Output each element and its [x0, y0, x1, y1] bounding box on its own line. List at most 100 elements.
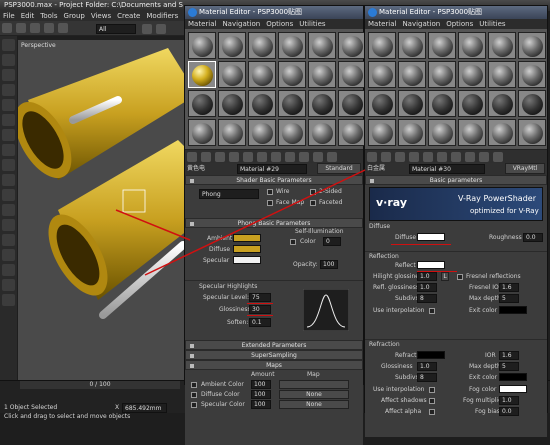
sample-slot[interactable]: [398, 90, 426, 117]
sample-slot[interactable]: [338, 32, 366, 59]
refl-max-depth-spinner[interactable]: 5: [499, 294, 519, 303]
spinner-snap-icon[interactable]: [2, 249, 15, 261]
phong-basic-rollout[interactable]: Phong Basic Parameters: [185, 218, 363, 228]
sample-slot[interactable]: [368, 61, 396, 88]
specular-swatch[interactable]: [233, 256, 261, 264]
effects-channel-icon[interactable]: [465, 152, 475, 162]
material-icon[interactable]: [2, 159, 15, 171]
sample-slot[interactable]: [458, 119, 486, 146]
selection-filter-dropdown[interactable]: All: [96, 24, 136, 34]
sample-slot[interactable]: [428, 32, 456, 59]
put-material-icon[interactable]: [201, 152, 211, 162]
sample-slot[interactable]: [308, 32, 336, 59]
curve-icon[interactable]: [2, 129, 15, 141]
refr-exit-color-swatch[interactable]: [499, 373, 527, 381]
show-map-icon[interactable]: [299, 152, 309, 162]
fresnel-ior-spinner[interactable]: 1.6: [499, 283, 519, 292]
sample-slot[interactable]: [308, 61, 336, 88]
refl-use-interp-checkbox[interactable]: [429, 308, 435, 314]
menu-material[interactable]: Material: [368, 20, 396, 28]
menu-navigation[interactable]: Navigation: [402, 20, 440, 28]
bind-icon[interactable]: [58, 23, 68, 33]
sample-slot[interactable]: [218, 119, 246, 146]
sample-slot[interactable]: [338, 61, 366, 88]
sample-slot[interactable]: [368, 119, 396, 146]
move-icon[interactable]: [2, 39, 15, 51]
link-icon[interactable]: [30, 23, 40, 33]
sample-slot[interactable]: [458, 32, 486, 59]
shader-basic-rollout[interactable]: Shader Basic Parameters: [185, 175, 363, 185]
render-setup-icon[interactable]: [2, 174, 15, 186]
library-icon[interactable]: [271, 152, 281, 162]
sample-slot[interactable]: [278, 61, 306, 88]
fog-color-swatch[interactable]: [499, 385, 527, 393]
sample-slot[interactable]: [518, 90, 546, 117]
hilight-gloss-spinner[interactable]: 1.0: [417, 272, 437, 281]
menu-modifiers[interactable]: Modifiers: [146, 12, 178, 20]
menu-utilities[interactable]: Utilities: [479, 20, 505, 28]
ambient-map-amount[interactable]: 100: [251, 380, 271, 389]
sample-slot-active[interactable]: [188, 61, 216, 88]
end-result-icon[interactable]: [493, 152, 503, 162]
diffuse-map-button[interactable]: None: [279, 390, 349, 399]
ambient-map-button[interactable]: [279, 380, 349, 389]
sample-slot[interactable]: [518, 119, 546, 146]
sample-slot[interactable]: [368, 32, 396, 59]
ior-spinner[interactable]: 1.6: [499, 351, 519, 360]
maps-rollout[interactable]: Maps: [185, 360, 363, 370]
two-sided-checkbox[interactable]: [310, 189, 316, 195]
sample-slot[interactable]: [368, 90, 396, 117]
mirror2-icon[interactable]: [2, 279, 15, 291]
sample-slot[interactable]: [338, 90, 366, 117]
library-icon[interactable]: [451, 152, 461, 162]
select-name-icon[interactable]: [156, 24, 166, 34]
sample-slot[interactable]: [488, 32, 516, 59]
fog-bias-spinner[interactable]: 0.0: [499, 407, 519, 416]
redo-icon[interactable]: [16, 23, 26, 33]
unique-icon[interactable]: [437, 152, 447, 162]
sample-slot[interactable]: [398, 119, 426, 146]
specular-map-amount[interactable]: 100: [251, 400, 271, 409]
material-type-button[interactable]: VRayMtl: [505, 163, 545, 174]
menu-file[interactable]: File: [3, 12, 15, 20]
layer-icon[interactable]: [2, 114, 15, 126]
specular-map-checkbox[interactable]: [191, 402, 197, 408]
spec-level-spinner[interactable]: 75: [249, 293, 271, 302]
refract-swatch[interactable]: [417, 351, 445, 359]
put-material-icon[interactable]: [381, 152, 391, 162]
refr-gloss-spinner[interactable]: 1.0: [417, 362, 437, 371]
hilight-lock-button[interactable]: L: [441, 272, 449, 281]
refr-use-interp-checkbox[interactable]: [429, 387, 435, 393]
supersampling-rollout[interactable]: SuperSampling: [185, 350, 363, 360]
select-icon[interactable]: [142, 24, 152, 34]
fog-multiplier-spinner[interactable]: 1.0: [499, 396, 519, 405]
sample-slot[interactable]: [218, 32, 246, 59]
show-map-icon[interactable]: [479, 152, 489, 162]
sample-slot[interactable]: [488, 90, 516, 117]
glossiness-spinner[interactable]: 30: [249, 305, 271, 314]
fresnel-checkbox[interactable]: [457, 274, 463, 280]
ambient-map-checkbox[interactable]: [191, 382, 197, 388]
sample-slot[interactable]: [518, 61, 546, 88]
sample-slot[interactable]: [278, 32, 306, 59]
diffuse-map-amount[interactable]: 100: [251, 390, 271, 399]
diffuse-swatch[interactable]: [417, 233, 445, 241]
roughness-spinner[interactable]: 0.0: [523, 233, 543, 242]
end-result-icon[interactable]: [313, 152, 323, 162]
affect-alpha-checkbox[interactable]: [429, 409, 435, 415]
sample-slot[interactable]: [458, 61, 486, 88]
menu-navigation[interactable]: Navigation: [222, 20, 260, 28]
mirror-icon[interactable]: [2, 84, 15, 96]
timeline-slider[interactable]: 0 / 100: [20, 381, 180, 389]
named-selection-icon[interactable]: [2, 264, 15, 276]
material-type-button[interactable]: Standard: [317, 163, 361, 174]
sample-slot[interactable]: [218, 61, 246, 88]
wire-checkbox[interactable]: [267, 189, 273, 195]
schematic-icon[interactable]: [2, 144, 15, 156]
self-illum-color-checkbox[interactable]: [290, 239, 296, 245]
diffuse-swatch[interactable]: [233, 245, 261, 253]
sample-slot[interactable]: [428, 61, 456, 88]
percent-snap-icon[interactable]: [2, 234, 15, 246]
diffuse-map-checkbox[interactable]: [191, 392, 197, 398]
align-icon[interactable]: [2, 99, 15, 111]
